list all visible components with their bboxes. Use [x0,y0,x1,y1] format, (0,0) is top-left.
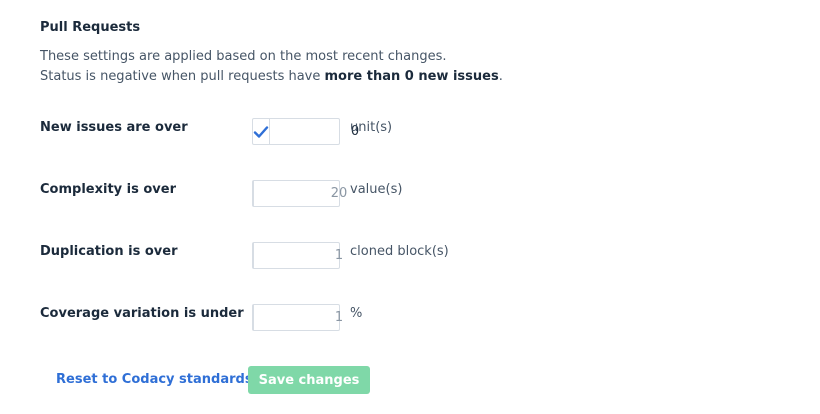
section-title: Pull Requests [40,20,141,35]
description-prefix: Status is negative when pull requests ha… [40,69,325,84]
complexity-control [252,180,424,207]
description-highlight: more than 0 new issues [324,69,499,84]
new-issues-label: New issues are over [40,120,188,135]
checkmark-icon [253,125,269,138]
description-line-2: Status is negative when pull requests ha… [40,67,503,87]
duplication-unit: cloned block(s) [350,244,449,259]
coverage-label: Coverage variation is under [40,306,244,321]
duplication-control [252,242,424,269]
coverage-unit: % [350,306,363,321]
coverage-control [252,304,424,331]
new-issues-checkbox[interactable] [253,119,270,144]
section-description: These settings are applied based on the … [40,47,503,87]
new-issues-control [252,118,440,145]
description-line-1: These settings are applied based on the … [40,49,447,64]
new-issues-unit: unit(s) [350,120,393,135]
complexity-unit: value(s) [350,182,403,197]
coverage-input[interactable] [254,305,424,330]
save-changes-button[interactable]: Save changes [248,366,370,394]
reset-standards-link[interactable]: Reset to Codacy standards [56,372,253,387]
description-suffix: . [498,69,503,84]
pull-requests-settings: Pull Requests These settings are applied… [0,0,820,414]
duplication-label: Duplication is over [40,244,178,259]
complexity-label: Complexity is over [40,182,177,197]
